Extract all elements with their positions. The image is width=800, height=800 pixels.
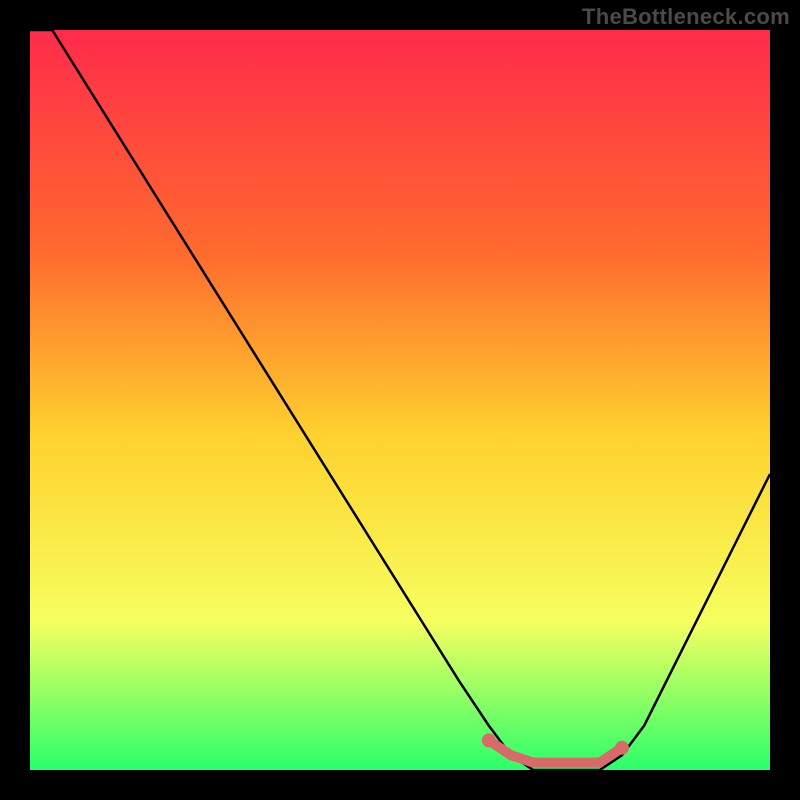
chart-wrapper: TheBottleneck.com (0, 0, 800, 800)
watermark-text: TheBottleneck.com (582, 4, 790, 30)
plot-area (30, 30, 770, 770)
bottleneck-chart (30, 30, 770, 770)
accent-dot (482, 733, 496, 747)
gradient-background (30, 30, 770, 770)
accent-dot (615, 741, 629, 755)
